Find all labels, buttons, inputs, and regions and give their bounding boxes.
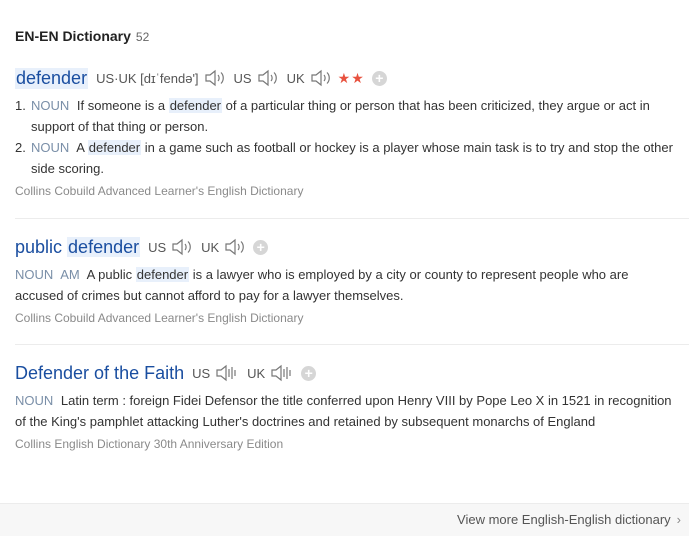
dictionary-source: Collins English Dictionary 30th Annivers… (15, 437, 284, 451)
speaker-icon[interactable] (171, 238, 193, 256)
highlighted-term: defender (168, 98, 223, 113)
plus-icon[interactable]: + (253, 239, 269, 255)
part-of-speech: NOUN (15, 267, 54, 282)
pronunciation-uk: UK (201, 238, 246, 256)
pronunciation-us: US (148, 238, 193, 256)
dictionary-source: Collins Cobuild Advanced Learner's Engli… (15, 311, 304, 325)
definition-list: 1. NOUN If someone is a defender of a pa… (15, 95, 689, 179)
speaker-icon[interactable] (257, 69, 279, 87)
pronunciation-us-uk: US·UK [dɪˈfendə'] (96, 69, 225, 87)
dictionary-source: Collins Cobuild Advanced Learner's Engli… (15, 184, 304, 198)
pronunciation-us: US (192, 364, 239, 382)
part-of-speech: NOUN (31, 140, 70, 155)
chevron-right-icon: › (676, 512, 681, 527)
region-label: AM (60, 267, 80, 282)
plus-icon[interactable]: + (301, 365, 317, 381)
divider (15, 344, 689, 345)
pronunciation-uk: UK (287, 69, 332, 87)
definition-item: 1. NOUN If someone is a defender of a pa… (15, 98, 650, 134)
entry-defender-of-the-faith: Defender of the Faith US UK + NOUN Latin… (15, 361, 689, 452)
speaker-icon[interactable] (224, 238, 246, 256)
dictionary-title: EN-EN Dictionary (15, 28, 131, 44)
speaker-icon[interactable] (310, 69, 332, 87)
entry-public-defender: public defender US UK + NOUN AM A public… (15, 235, 689, 325)
frequency-stars: ★★ (337, 69, 365, 86)
plus-icon[interactable]: + (371, 70, 387, 86)
speaker-icon[interactable] (204, 69, 226, 87)
pronunciation-us: US (234, 69, 279, 87)
highlighted-term: defender (135, 267, 190, 282)
speaker-icon[interactable] (215, 364, 239, 382)
headword-link[interactable]: public defender (15, 236, 141, 258)
speaker-icon[interactable] (270, 364, 294, 382)
definition-item: NOUN AM A public defender is a lawyer wh… (15, 267, 629, 303)
headword-link[interactable]: Defender of the Faith (15, 363, 184, 384)
divider (15, 218, 689, 219)
definition-item: 2. NOUN A defender in a game such as foo… (15, 140, 673, 176)
footer-bar: View more English-English dictionary › (0, 503, 689, 536)
dictionary-header: EN-EN Dictionary 52 (15, 28, 149, 44)
part-of-speech: NOUN (15, 393, 54, 408)
result-count: 52 (135, 30, 150, 44)
pronunciation-uk: UK (247, 364, 294, 382)
headword-link[interactable]: defender (15, 67, 89, 89)
part-of-speech: NOUN (31, 98, 70, 113)
entry-defender: defender US·UK [dɪˈfendə'] US UK ★★ + 1.… (15, 66, 689, 198)
view-more-link[interactable]: View more English-English dictionary › (457, 512, 681, 527)
definition-item: NOUN Latin term : foreign Fidei Defensor… (15, 393, 672, 429)
highlighted-term: defender (87, 140, 142, 155)
